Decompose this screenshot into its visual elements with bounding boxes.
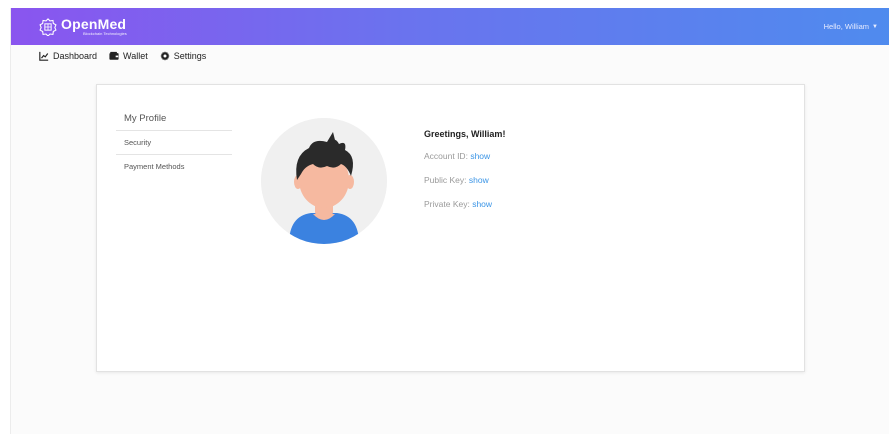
openmed-logo-icon (39, 17, 57, 36)
nav-settings[interactable]: Settings (160, 51, 207, 61)
nav-dashboard[interactable]: Dashboard (39, 51, 97, 61)
profile-card: My Profile Security Payment Methods Gree… (96, 84, 805, 372)
chart-line-icon (39, 51, 49, 61)
user-avatar-illustration (261, 118, 387, 244)
private-key-row: Private Key: show (424, 199, 505, 209)
user-greeting: Hello, William (823, 22, 870, 31)
avatar (261, 118, 387, 244)
public-key-row: Public Key: show (424, 175, 505, 185)
menu-item-security[interactable]: Security (116, 131, 232, 155)
greeting-heading: Greetings, William! (424, 129, 506, 139)
sub-navigation: Dashboard Wallet Settings (39, 51, 206, 61)
caret-down-icon: ▼ (872, 23, 878, 30)
public-key-show-link[interactable]: show (469, 175, 489, 185)
nav-wallet-label: Wallet (123, 51, 148, 61)
nav-settings-label: Settings (173, 51, 207, 61)
app-frame: OpenMed Blockchain Technologies Hello, W… (10, 8, 889, 434)
public-key-label: Public Key: (424, 175, 467, 185)
account-id-show-link[interactable]: show (470, 151, 490, 161)
nav-wallet[interactable]: Wallet (109, 51, 148, 61)
brand-name: OpenMed (61, 16, 127, 32)
wallet-icon (109, 51, 119, 60)
top-navbar: OpenMed Blockchain Technologies Hello, W… (11, 8, 889, 45)
profile-side-menu: My Profile Security Payment Methods (116, 109, 232, 178)
menu-item-payment-methods[interactable]: Payment Methods (116, 155, 232, 178)
user-menu-dropdown[interactable]: Hello, William ▼ (824, 22, 878, 31)
private-key-label: Private Key: (424, 199, 470, 209)
brand-logo[interactable]: OpenMed Blockchain Technologies (39, 17, 127, 36)
private-key-show-link[interactable]: show (472, 199, 492, 209)
account-id-label: Account ID: (424, 151, 468, 161)
menu-item-my-profile[interactable]: My Profile (116, 109, 232, 131)
brand-tagline: Blockchain Technologies (83, 31, 127, 36)
account-id-row: Account ID: show (424, 151, 505, 161)
nav-dashboard-label: Dashboard (53, 51, 98, 61)
profile-info: Greetings, William! Account ID: show Pub… (424, 129, 505, 223)
gear-icon (160, 51, 170, 61)
